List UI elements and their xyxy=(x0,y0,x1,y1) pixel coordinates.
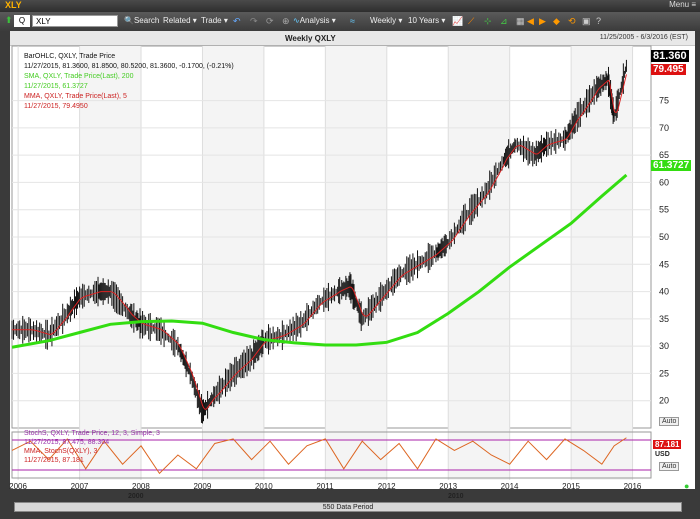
legend-stoch-mma-line2: 11/27/2015, 87.181 xyxy=(24,457,84,464)
mma-price-label: 79.495 xyxy=(651,64,686,75)
legend-mma-line2: 11/27/2015, 79.4950 xyxy=(24,103,88,110)
x-tick-label: 2014 xyxy=(500,482,519,491)
y-tick-label: 55 xyxy=(659,205,669,215)
x-group-label: 2010 xyxy=(448,493,464,500)
x-tick-label: 2009 xyxy=(193,482,212,491)
y-tick-label: 65 xyxy=(659,150,669,160)
legend-price-line1: BarOHLC, QXLY, Trade Price xyxy=(24,53,116,60)
x-tick-label: 2007 xyxy=(70,482,89,491)
year-band xyxy=(325,46,387,480)
y-tick-label: 20 xyxy=(659,396,669,406)
x-tick-label: 2016 xyxy=(623,482,642,491)
legend-stoch-line2: 11/27/2015, 87.475, 88.304 xyxy=(24,439,110,446)
x-tick-label: 2010 xyxy=(254,482,273,491)
legend-mma-line1: MMA, QXLY, Trade Price(Last), 5 xyxy=(24,93,127,100)
y-tick-label: 60 xyxy=(659,177,669,187)
x-tick-label: 2011 xyxy=(316,482,334,491)
legend-stoch-mma-line1: MMA, StochS(QXLY), 3 xyxy=(24,448,98,455)
x-tick-label: 2013 xyxy=(439,482,458,491)
y-tick-label: 70 xyxy=(659,123,669,133)
x-group-label: 2000 xyxy=(128,493,144,500)
y-tick-label: 50 xyxy=(659,232,669,242)
year-band xyxy=(202,46,264,480)
last-price-label: 81.360 xyxy=(651,50,689,62)
y-tick-label: 75 xyxy=(659,96,669,106)
y-tick-label: 35 xyxy=(659,314,669,324)
legend-price-line2: 11/27/2015, 81.3600, 81.8500, 80.5200, 8… xyxy=(24,63,234,70)
x-tick-label: 2006 xyxy=(9,482,27,491)
currency-label: USD xyxy=(655,451,670,458)
y-tick-label: 45 xyxy=(659,259,669,269)
legend-stoch-line1: StochS, QXLY, Trade Price, 12, 3, Simple… xyxy=(24,430,160,437)
x-tick-label: 2008 xyxy=(132,482,150,491)
scroll-period-label: 550 Data Period xyxy=(322,504,374,511)
y-tick-label: 30 xyxy=(659,341,669,351)
auto-scale-button-lower[interactable]: Auto xyxy=(659,462,680,471)
legend-sma-line2: 11/27/2015, 61.3727 xyxy=(24,83,88,90)
x-tick-label: 2015 xyxy=(562,482,580,491)
y-tick-label: 40 xyxy=(659,287,669,297)
year-band xyxy=(448,46,510,480)
x-tick-label: 2012 xyxy=(377,482,396,491)
year-band xyxy=(79,46,142,480)
auto-scale-button[interactable]: Auto xyxy=(659,417,680,426)
legend-sma-line1: SMA, QXLY, Trade Price(Last), 200 xyxy=(24,73,134,80)
stoch-value-label: 87.181 xyxy=(653,440,682,449)
y-tick-label: 25 xyxy=(659,368,669,378)
sma-price-label: 61.3727 xyxy=(651,160,692,171)
time-scrollbar[interactable]: 550 Data Period xyxy=(14,502,682,512)
status-dot-icon: ● xyxy=(684,481,690,491)
